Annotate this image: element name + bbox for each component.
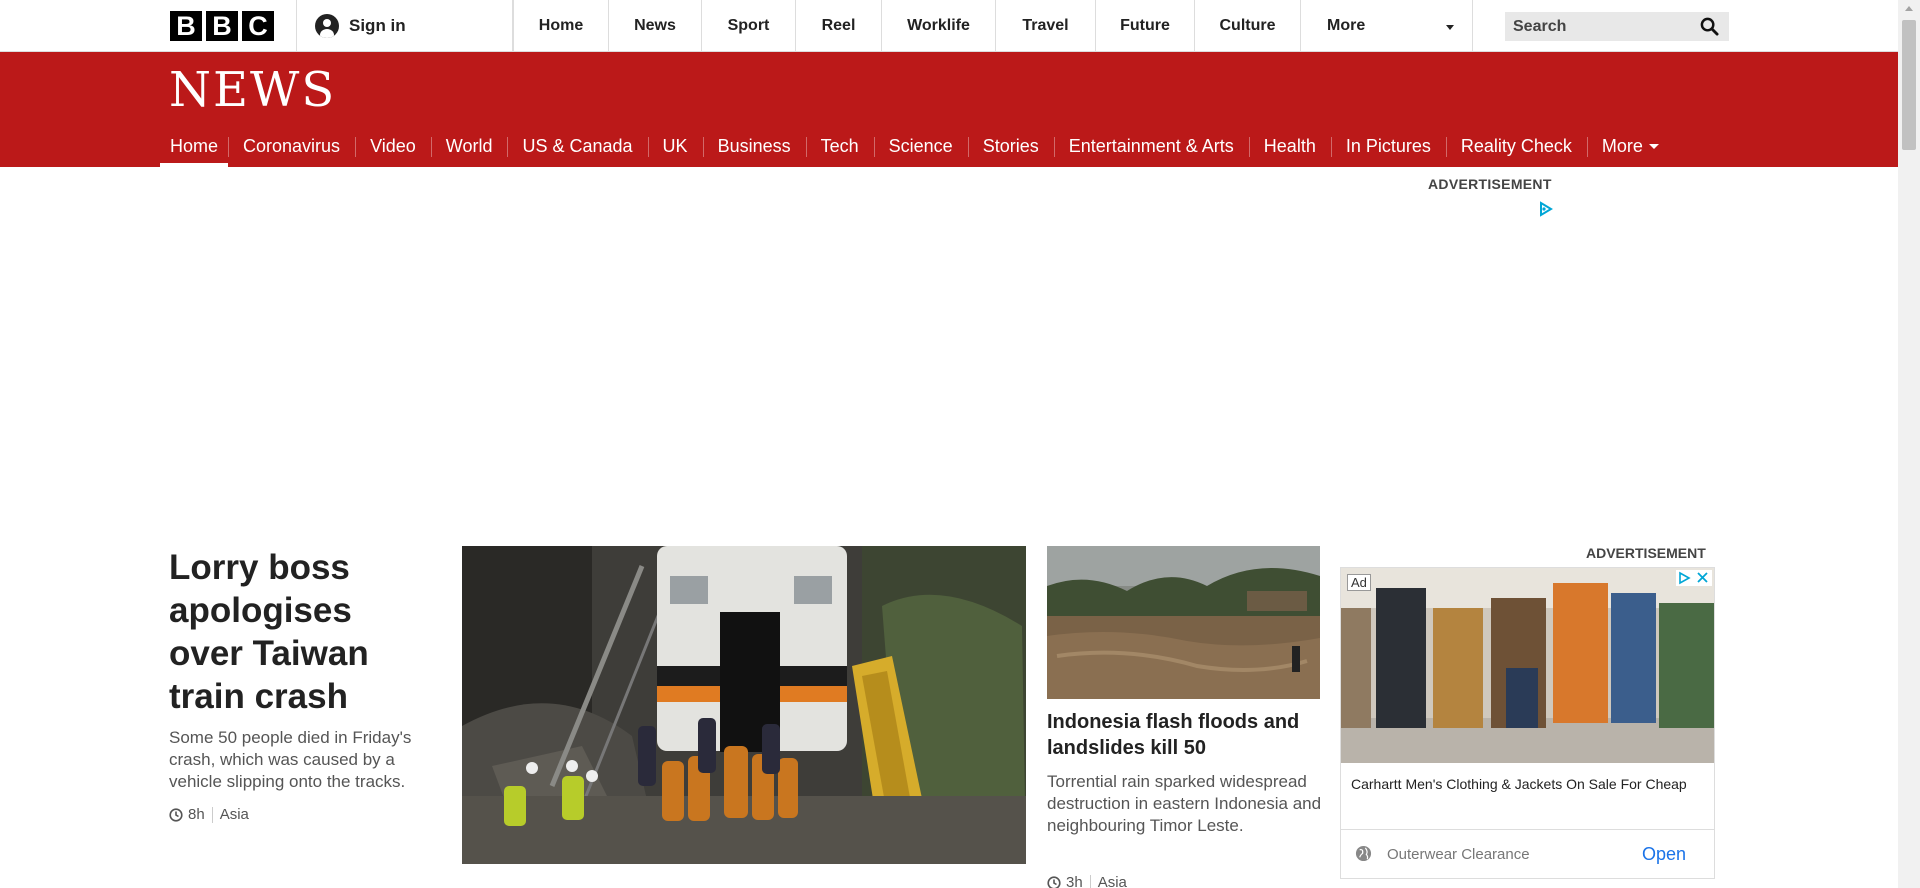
subnav-health[interactable]: Health [1248, 125, 1331, 167]
subnav-science[interactable]: Science [873, 125, 968, 167]
subnav-stories[interactable]: Stories [967, 125, 1054, 167]
news-header: NEWS Home Coronavirus Video World US & C… [0, 52, 1898, 167]
subnav-reality-check[interactable]: Reality Check [1445, 125, 1587, 167]
global-nav-culture[interactable]: Culture [1195, 0, 1301, 52]
logo-letter: C [242, 11, 274, 41]
adchoices-icon[interactable] [1536, 200, 1554, 218]
global-nav-more[interactable]: More [1301, 0, 1473, 52]
global-nav: Home News Sport Reel Worklife Travel Fut… [513, 0, 1473, 52]
news-subnav: Home Coronavirus Video World US & Canada… [160, 125, 1674, 167]
subnav-world[interactable]: World [430, 125, 508, 167]
second-story-headline[interactable]: Indonesia flash floods and landslides ki… [1047, 709, 1327, 761]
ad-image[interactable]: Ad [1341, 568, 1714, 763]
ad-tag: Ad [1347, 574, 1371, 591]
caret-down-icon [1648, 143, 1659, 149]
train-crash-photo [462, 546, 1026, 864]
subnav-business[interactable]: Business [702, 125, 806, 167]
subnav-more[interactable]: More [1586, 125, 1674, 167]
global-nav-future[interactable]: Future [1096, 0, 1195, 52]
ad-domain: Outerwear Clearance [1387, 846, 1530, 863]
global-nav-home[interactable]: Home [513, 0, 609, 52]
lead-story-meta: 8h Asia [169, 806, 249, 823]
bbc-global-header: B B C Sign in Home News Sport Reel Workl… [0, 0, 1898, 52]
lead-story-section[interactable]: Asia [220, 806, 249, 823]
global-nav-travel[interactable]: Travel [996, 0, 1096, 52]
logo-letter: B [206, 11, 238, 41]
ad-divider [1341, 829, 1714, 830]
sign-in-link[interactable]: Sign in [296, 0, 513, 52]
global-nav-worklife[interactable]: Worklife [882, 0, 996, 52]
clothing-store-photo [1341, 568, 1714, 763]
meta-divider [1089, 874, 1091, 888]
page-scrollbar[interactable] [1898, 0, 1920, 888]
lead-story-image[interactable] [462, 546, 1026, 864]
subnav-uk[interactable]: UK [647, 125, 703, 167]
global-nav-news[interactable]: News [609, 0, 702, 52]
bbc-logo[interactable]: B B C [170, 11, 274, 41]
subnav-home[interactable]: Home [160, 125, 229, 167]
second-story-meta: 3h Asia [1047, 874, 1127, 888]
second-story-image[interactable] [1047, 546, 1320, 699]
clock-icon [169, 807, 183, 822]
scrollbar-thumb[interactable] [1902, 20, 1916, 150]
search-icon[interactable] [1700, 17, 1719, 36]
subnav-coronavirus[interactable]: Coronavirus [228, 125, 355, 167]
search-input[interactable]: Search [1505, 12, 1729, 41]
ad-close-icon[interactable] [1676, 570, 1712, 586]
news-wordmark[interactable]: NEWS [169, 62, 336, 118]
meta-divider [211, 806, 213, 823]
ad-headline[interactable]: Carhartt Men's Clothing & Jackets On Sal… [1351, 774, 1691, 795]
subnav-tech[interactable]: Tech [805, 125, 874, 167]
advertisement-label: ADVERTISEMENT [1428, 176, 1552, 192]
globe-icon [1355, 845, 1372, 862]
search-placeholder: Search [1513, 17, 1567, 35]
advertisement-label: ADVERTISEMENT [1586, 545, 1706, 561]
global-nav-reel[interactable]: Reel [796, 0, 882, 52]
logo-letter: B [170, 11, 202, 41]
global-nav-more-label: More [1327, 17, 1366, 34]
second-story-time: 3h [1066, 874, 1083, 888]
caret-down-icon [1446, 25, 1454, 30]
second-story-summary: Torrential rain sparked widespread destr… [1047, 772, 1322, 835]
subnav-us-canada[interactable]: US & Canada [507, 125, 647, 167]
lead-story-time: 8h [188, 806, 205, 823]
lead-story-summary: Some 50 people died in Friday's crash, w… [169, 728, 412, 791]
global-nav-sport[interactable]: Sport [702, 0, 796, 52]
second-story-section[interactable]: Asia [1098, 874, 1127, 888]
sign-in-label: Sign in [349, 16, 406, 35]
user-avatar-icon [315, 14, 339, 38]
subnav-entertainment-arts[interactable]: Entertainment & Arts [1053, 125, 1249, 167]
sidebar-ad[interactable]: Ad Carhartt Men's Clothing & Jackets On … [1340, 567, 1715, 879]
subnav-video[interactable]: Video [355, 125, 431, 167]
clock-icon [1047, 875, 1061, 888]
subnav-more-label: More [1601, 135, 1643, 156]
flood-photo [1047, 546, 1320, 699]
scroll-up-icon[interactable] [1905, 6, 1913, 11]
subnav-in-pictures[interactable]: In Pictures [1330, 125, 1446, 167]
lead-story-headline[interactable]: Lorry boss apologises over Taiwan train … [169, 546, 429, 718]
ad-open-button[interactable]: Open [1642, 844, 1686, 865]
